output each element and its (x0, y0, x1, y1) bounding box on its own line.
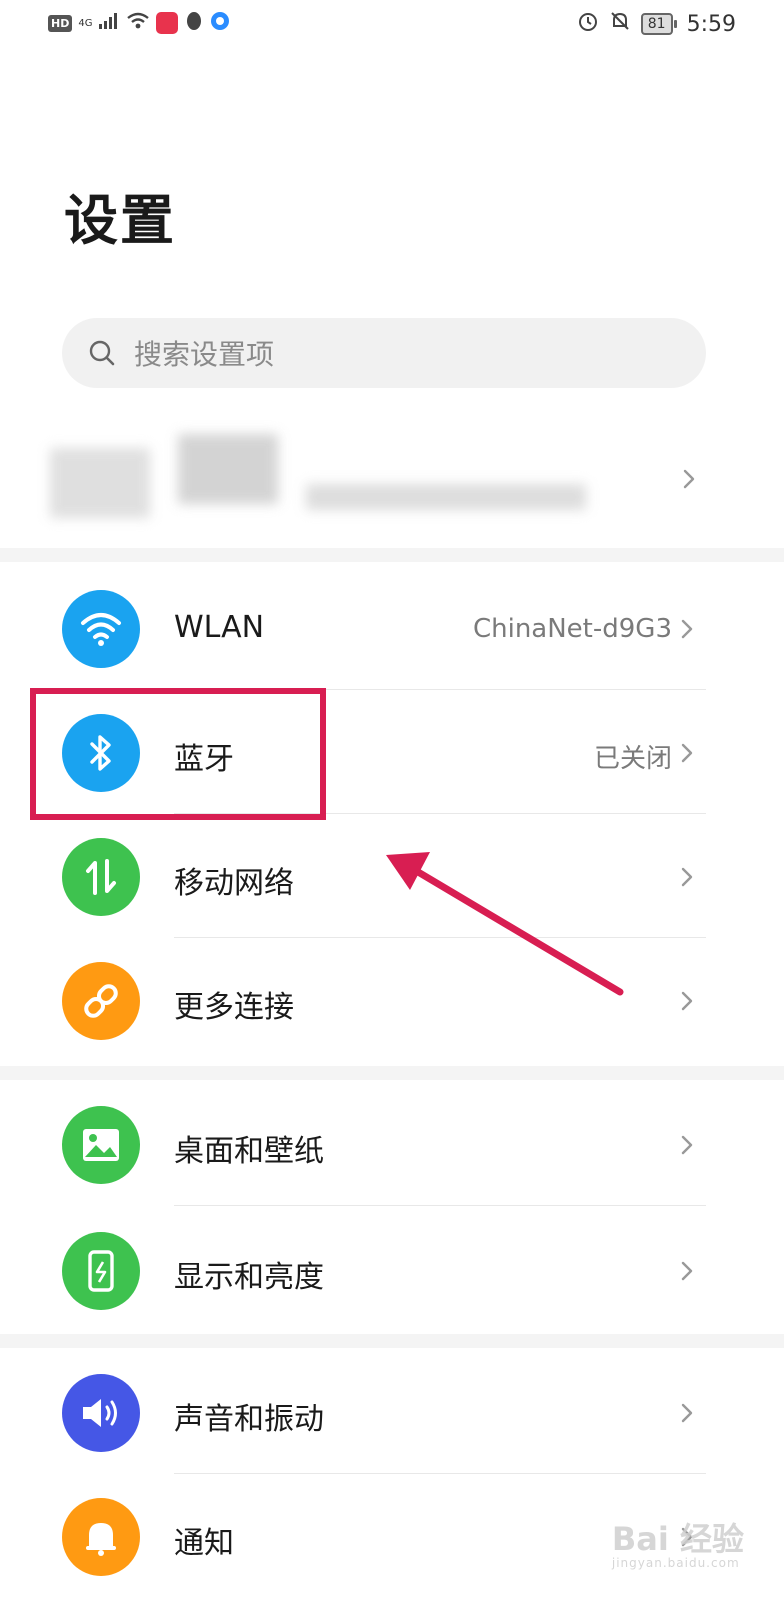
settings-item-label: WLAN (174, 610, 265, 645)
search-placeholder: 搜索设置项 (134, 338, 275, 371)
settings-item-display-brightness[interactable]: 显示和亮度 (0, 1208, 784, 1332)
account-info-blurred (306, 484, 586, 510)
page-title: 设置 (64, 189, 176, 252)
settings-item-value: ChinaNet-d9G3 (472, 614, 672, 644)
avatar (50, 448, 150, 518)
watermark: Bai 经验 jingyan.baidu.com (612, 1514, 744, 1570)
account-profile-row[interactable] (50, 428, 708, 538)
hd-indicator: HD (48, 14, 73, 32)
settings-item-label: 桌面和壁纸 (174, 1134, 324, 1169)
clock: 5:59 (686, 11, 736, 37)
section-divider (0, 1066, 784, 1080)
wifi-icon (62, 590, 140, 668)
section-divider (0, 1334, 784, 1348)
signal-icon (98, 12, 120, 34)
speaker-icon (62, 1374, 140, 1452)
settings-item-label: 显示和亮度 (174, 1260, 324, 1295)
mobile-data-icon (62, 838, 140, 916)
wifi-status-icon (126, 12, 150, 34)
settings-item-mobile-network[interactable]: 移动网络 (0, 814, 784, 938)
image-icon (62, 1106, 140, 1184)
highlight-box (30, 688, 326, 820)
chevron-right-icon (676, 1134, 698, 1156)
search-icon (88, 339, 116, 367)
settings-item-more-connections[interactable]: 更多连接 (0, 938, 784, 1062)
link-icon (62, 962, 140, 1040)
row-separator (174, 1205, 706, 1206)
settings-item-value: 已关闭 (593, 744, 672, 774)
battery-tip (673, 20, 677, 28)
status-bar: HD 4G 81 5:59 (0, 0, 784, 48)
battery-indicator: 81 (640, 13, 677, 35)
settings-item-label: 更多连接 (174, 990, 294, 1025)
network-type: 4G (78, 17, 93, 29)
tmall-app-icon (156, 12, 179, 34)
chevron-right-icon (678, 468, 700, 490)
settings-item-label: 移动网络 (174, 866, 294, 901)
qq-icon (184, 10, 204, 36)
section-divider (0, 548, 784, 562)
phone-brightness-icon (62, 1232, 140, 1310)
status-bar-left: HD 4G (48, 10, 230, 36)
chevron-right-icon (676, 1260, 698, 1282)
settings-item-home-wallpaper[interactable]: 桌面和壁纸 (0, 1082, 784, 1206)
settings-item-sound-vibration[interactable]: 声音和振动 (0, 1350, 784, 1474)
settings-item-label: 声音和振动 (174, 1402, 324, 1437)
chevron-right-icon (676, 618, 698, 640)
search-bar[interactable]: 搜索设置项 (62, 318, 706, 388)
bell-icon (62, 1498, 140, 1576)
status-bar-right: 81 5:59 (577, 10, 736, 38)
account-name-blurred (178, 434, 278, 504)
watermark-text: Bai 经验 (611, 1520, 744, 1558)
chevron-right-icon (676, 866, 698, 888)
browser-app-icon (210, 11, 230, 35)
watermark-url: jingyan.baidu.com (611, 1556, 740, 1570)
settings-item-wlan[interactable]: WLAN ChinaNet-d9G3 (0, 566, 784, 690)
chevron-right-icon (676, 742, 698, 764)
battery-level: 81 (640, 13, 673, 35)
chevron-right-icon (676, 1402, 698, 1424)
settings-item-label: 通知 (174, 1526, 234, 1561)
chevron-right-icon (676, 990, 698, 1012)
mute-bell-icon (609, 10, 631, 38)
alarm-icon (577, 10, 599, 38)
